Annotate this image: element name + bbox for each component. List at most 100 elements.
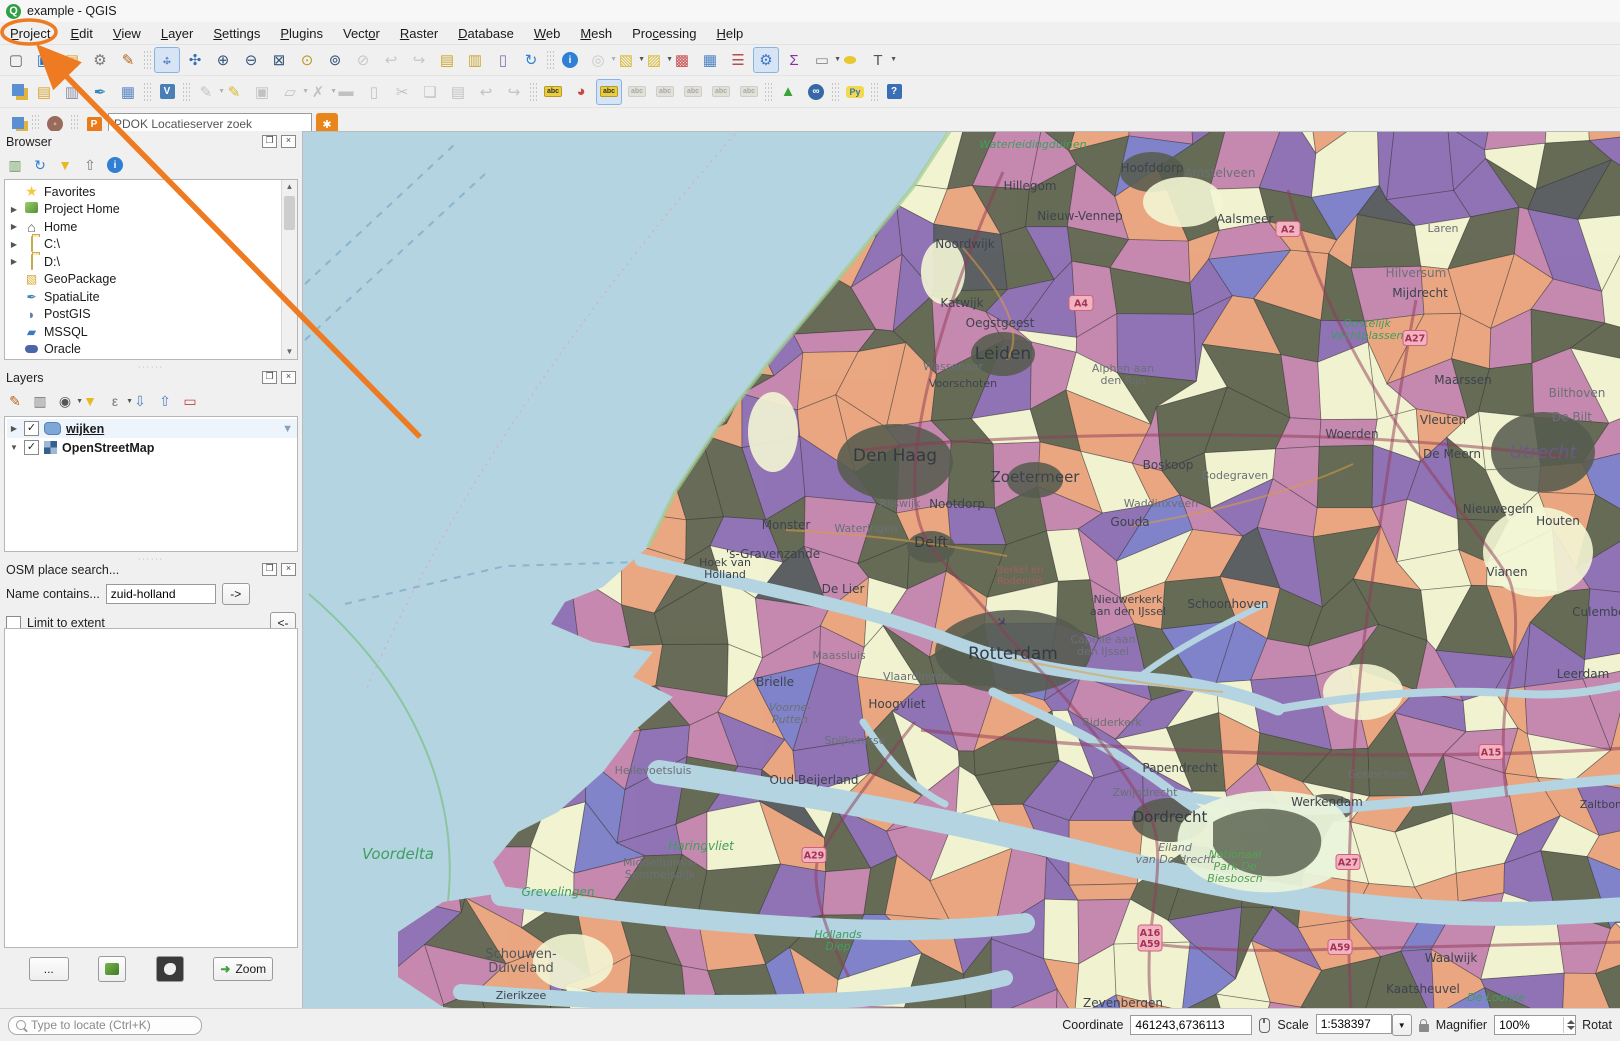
- zoom-to-selection-icon[interactable]: ⊙: [294, 47, 320, 73]
- refresh-browser-icon[interactable]: ↻: [29, 154, 51, 176]
- labeling-options-icon[interactable]: abc: [596, 79, 622, 105]
- menu-processing[interactable]: Processing: [622, 24, 706, 43]
- menu-raster[interactable]: Raster: [390, 24, 448, 43]
- osm-float-button[interactable]: ❐: [262, 563, 277, 576]
- menu-mesh[interactable]: Mesh: [570, 24, 622, 43]
- bookmark-manager-icon[interactable]: ▯: [490, 47, 516, 73]
- menu-project[interactable]: Project: [0, 24, 60, 43]
- browser-item-spatialite[interactable]: ✒SpatiaLite: [9, 288, 297, 306]
- mouse-position-icon[interactable]: [1259, 1018, 1270, 1033]
- layer-labeling-icon[interactable]: abc: [540, 79, 566, 105]
- browser-item-c[interactable]: ▶C:\: [9, 236, 297, 254]
- zoom-to-layer-icon[interactable]: ⊚: [322, 47, 348, 73]
- expand-arrow[interactable]: ▶: [9, 205, 19, 214]
- add-to-map-button[interactable]: [98, 956, 126, 982]
- zoom-result-button[interactable]: ➜ Zoom: [213, 957, 273, 981]
- add-selected-layers-icon[interactable]: ▥: [4, 154, 26, 176]
- open-attribute-table-icon[interactable]: ▦: [697, 47, 723, 73]
- refresh-map-icon[interactable]: ↻: [518, 47, 544, 73]
- expand-arrow[interactable]: ▶: [9, 257, 19, 266]
- browser-item-d[interactable]: ▶D:\: [9, 253, 297, 271]
- browser-item-mssql[interactable]: ▰MSSQL: [9, 323, 297, 341]
- statistics-abacus-icon[interactable]: ☰: [725, 47, 751, 73]
- measure-icon[interactable]: ▭▼: [809, 47, 835, 73]
- show-bookmarks-icon[interactable]: ▥: [462, 47, 488, 73]
- results-table[interactable]: [4, 628, 298, 948]
- name-contains-input[interactable]: [106, 584, 216, 604]
- layer-diagram-icon[interactable]: ◕: [568, 79, 594, 105]
- browser-item-projecthome[interactable]: ▶Project Home: [9, 201, 297, 219]
- menu-help[interactable]: Help: [706, 24, 753, 43]
- expand-arrow[interactable]: ▶: [9, 222, 19, 231]
- scale-combo[interactable]: [1316, 1014, 1392, 1034]
- processing-toolbox-icon[interactable]: ⚙: [753, 47, 779, 73]
- select-by-form-icon[interactable]: ▨▼: [641, 47, 667, 73]
- layer-expand-arrow[interactable]: ▼: [9, 443, 19, 452]
- expand-all-icon[interactable]: ⇩: [129, 390, 151, 412]
- browser-scrollbar[interactable]: ▲ ▼: [281, 180, 297, 359]
- layers-float-button[interactable]: ❐: [262, 371, 277, 384]
- menu-vector[interactable]: Vector: [333, 24, 390, 43]
- zoom-full-icon[interactable]: ⊠: [266, 47, 292, 73]
- filter-browser-icon[interactable]: ▼: [54, 154, 76, 176]
- menu-settings[interactable]: Settings: [203, 24, 270, 43]
- pan-map-icon[interactable]: ↔↕: [154, 47, 180, 73]
- expand-arrow[interactable]: ▶: [9, 240, 19, 249]
- new-shapefile-layer-icon[interactable]: ▥: [59, 79, 85, 105]
- style-manager-icon[interactable]: ✎: [115, 47, 141, 73]
- map-canvas[interactable]: A4A2A27A15A27A16A59A59A29 Waterleidingdu…: [302, 131, 1620, 1009]
- save-project-icon[interactable]: ▣: [31, 47, 57, 73]
- new-temporary-layer-icon[interactable]: ▦: [115, 79, 141, 105]
- osm-place-search-plugin-icon[interactable]: ∞: [803, 79, 829, 105]
- project-templates-icon[interactable]: ▤: [59, 47, 85, 73]
- open-layer-styling-icon[interactable]: ✎: [4, 390, 26, 412]
- new-virtual-layer-icon[interactable]: V: [154, 79, 180, 105]
- magnifier-spin-arrows[interactable]: [1563, 1017, 1575, 1033]
- layer-filter-icon[interactable]: ▼: [282, 423, 293, 435]
- layer-visibility-checkbox[interactable]: ✓: [24, 421, 39, 436]
- layers-close-button[interactable]: ×: [281, 371, 296, 384]
- grass-tools-icon[interactable]: ▲: [775, 79, 801, 105]
- new-geopackage-layer-icon[interactable]: ▤: [31, 79, 57, 105]
- pan-to-selection-icon[interactable]: ✣: [182, 47, 208, 73]
- select-features-icon[interactable]: ▧▼: [613, 47, 639, 73]
- scale-dropdown-button[interactable]: ▼: [1392, 1014, 1412, 1036]
- browser-item-oracle[interactable]: Oracle: [9, 341, 297, 359]
- new-spatialite-layer-icon[interactable]: ✒: [87, 79, 113, 105]
- layer-expand-arrow[interactable]: ▶: [9, 424, 19, 433]
- remove-layer-icon[interactable]: ▭: [179, 390, 201, 412]
- manage-visibility-icon[interactable]: ◉▼: [54, 390, 76, 412]
- menu-plugins[interactable]: Plugins: [270, 24, 333, 43]
- lock-scale-icon[interactable]: [1419, 1024, 1429, 1032]
- datasource-manager-icon[interactable]: [3, 79, 29, 105]
- deselect-features-icon[interactable]: ▩: [669, 47, 695, 73]
- collapse-all-icon[interactable]: ⇧: [79, 154, 101, 176]
- browser-item-favorites[interactable]: ★Favorites: [9, 183, 297, 201]
- text-annotation-icon[interactable]: T▼: [865, 47, 891, 73]
- browser-float-button[interactable]: ❐: [262, 135, 277, 148]
- statistical-summary-icon[interactable]: Σ: [781, 47, 807, 73]
- menu-edit[interactable]: Edit: [60, 24, 102, 43]
- osm-close-button[interactable]: ×: [281, 563, 296, 576]
- filter-by-expression-icon[interactable]: ε▼: [104, 390, 126, 412]
- layer-item-openstreetmap[interactable]: ▼✓OpenStreetMap: [7, 438, 297, 457]
- locate-search-input[interactable]: Type to locate (Ctrl+K): [8, 1016, 202, 1035]
- new-bookmark-icon[interactable]: ▤: [434, 47, 460, 73]
- browser-close-button[interactable]: ×: [281, 135, 296, 148]
- collapse-all-layers-icon[interactable]: ⇧: [154, 390, 176, 412]
- toggle-editing-icon[interactable]: ✎: [221, 79, 247, 105]
- zoom-in-icon[interactable]: ⊕: [210, 47, 236, 73]
- menu-database[interactable]: Database: [448, 24, 524, 43]
- browser-item-postgis[interactable]: ◗PostGIS: [9, 306, 297, 324]
- browser-item-geopackage[interactable]: ▧GeoPackage: [9, 271, 297, 289]
- filter-legend-icon[interactable]: ▼: [79, 390, 101, 412]
- layer-visibility-checkbox[interactable]: ✓: [24, 440, 39, 455]
- add-group-icon[interactable]: ▥: [29, 390, 51, 412]
- menu-layer[interactable]: Layer: [151, 24, 204, 43]
- menu-view[interactable]: View: [103, 24, 151, 43]
- more-options-button[interactable]: ...: [29, 957, 69, 981]
- coordinate-input[interactable]: [1130, 1015, 1252, 1035]
- zoom-out-icon[interactable]: ⊖: [238, 47, 264, 73]
- project-properties-icon[interactable]: ⚙: [87, 47, 113, 73]
- python-console-icon[interactable]: Py: [842, 79, 868, 105]
